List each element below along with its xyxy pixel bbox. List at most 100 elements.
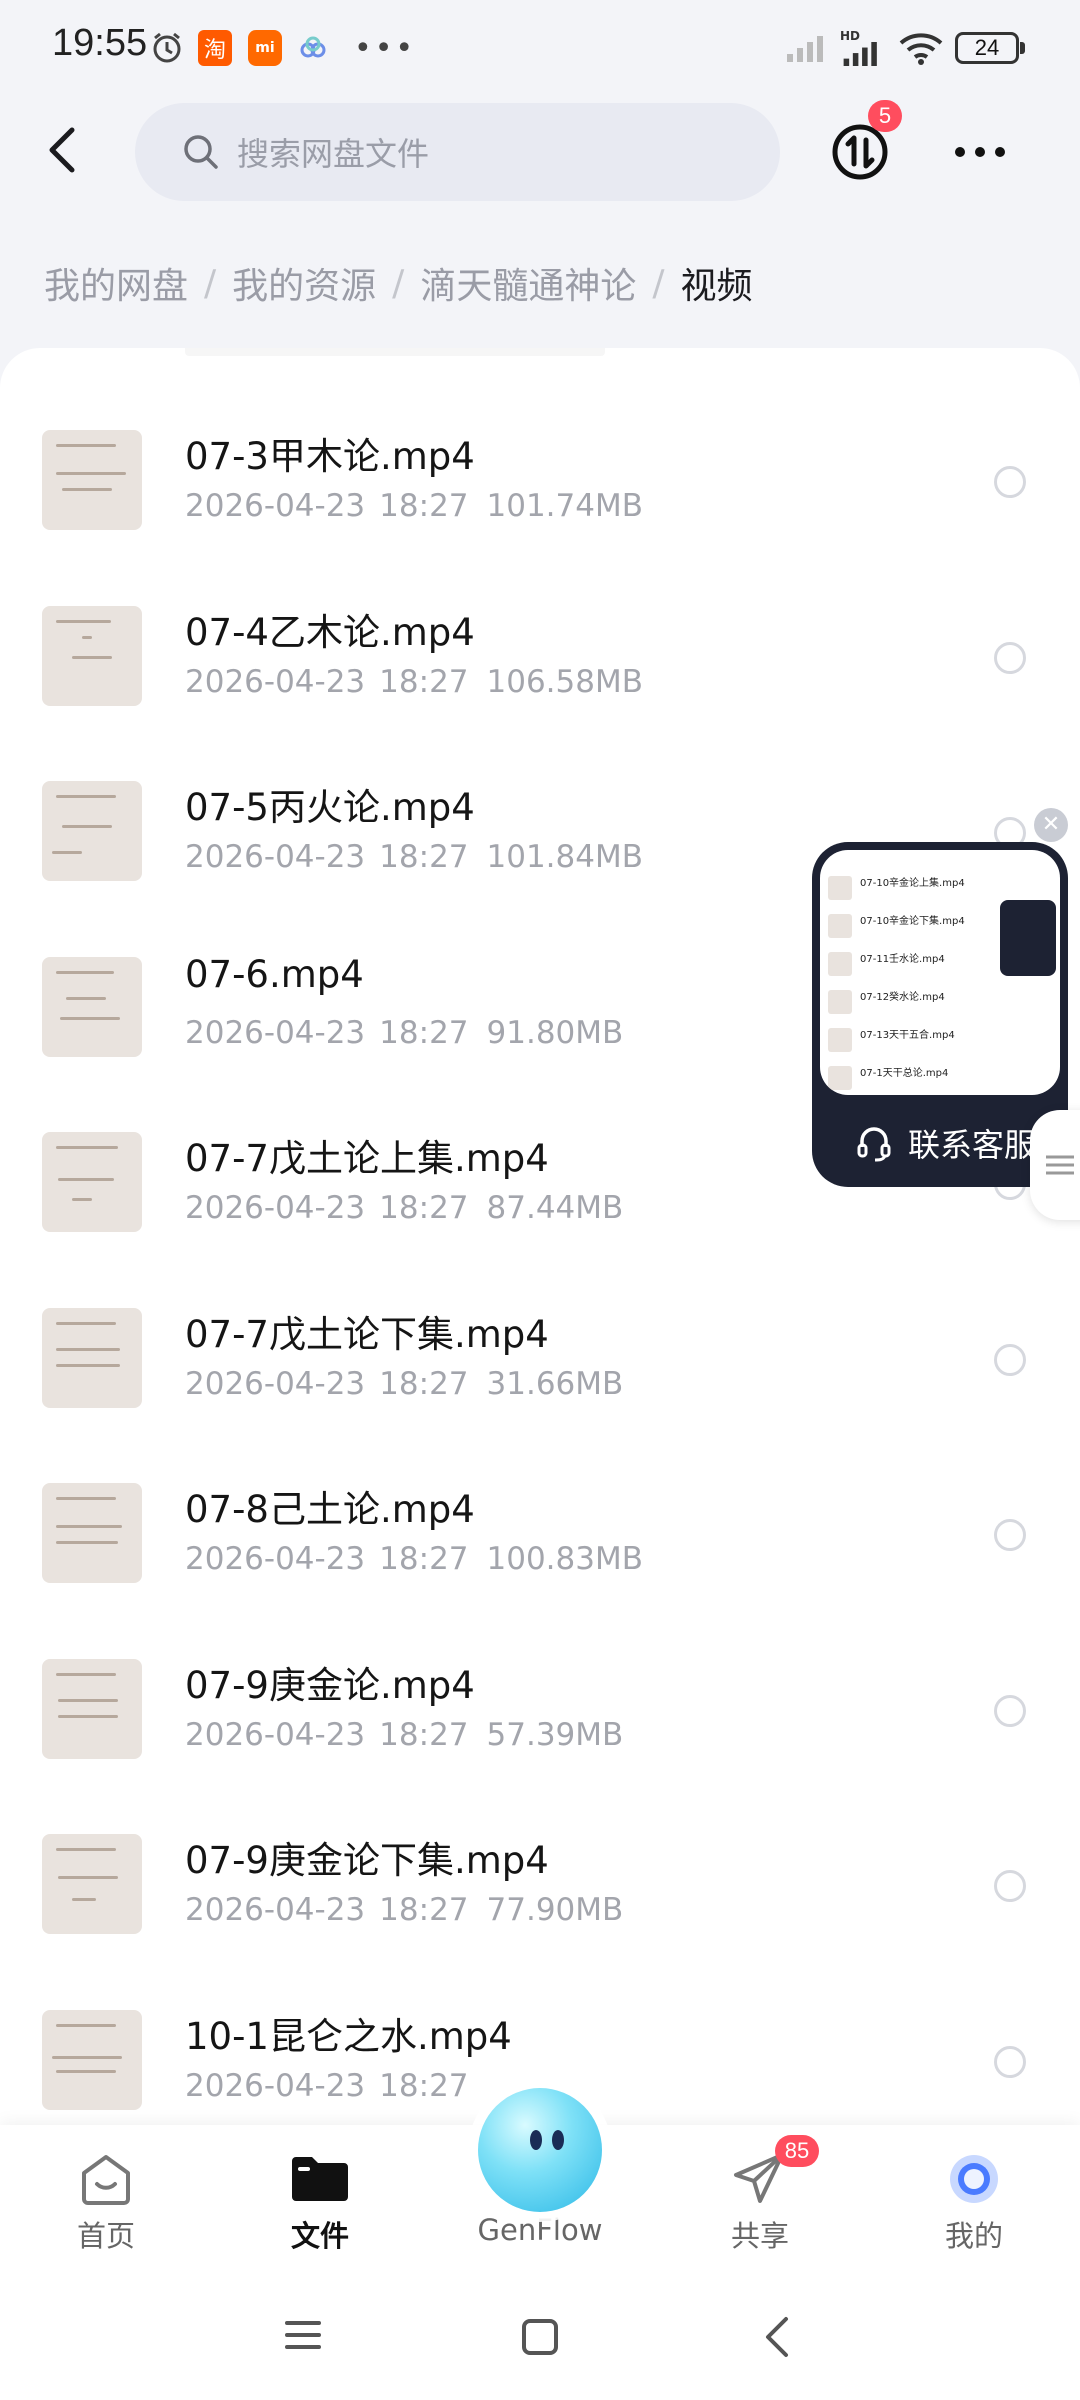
file-meta: 2026-04-23 18:27 101.84MB (185, 839, 643, 875)
file-row[interactable]: 07-3甲木论.mp4 2026-04-23 18:27 101.74MB (0, 396, 1080, 575)
file-time: 18:27 (379, 1365, 469, 1402)
video-thumbnail (42, 430, 142, 530)
status-bar: 19:55 淘 mi ••• HD 24 (0, 0, 1080, 100)
mi-app-icon: mi (248, 30, 282, 66)
file-time: 18:27 (379, 2067, 469, 2104)
file-row[interactable]: 07-4乙木论.mp4 2026-04-23 18:27 106.58MB (0, 572, 1080, 751)
preview-row: 07-12癸水论.mp4 (828, 986, 1048, 1020)
video-thumbnail (42, 781, 142, 881)
file-time: 18:27 (379, 1541, 469, 1577)
select-checkbox[interactable] (994, 2045, 1026, 2078)
file-date: 2026-04-23 (185, 1365, 366, 1402)
file-size: 91.80MB (486, 1014, 624, 1051)
file-row[interactable]: 07-9庚金论.mp4 2026-04-23 18:27 57.39MB (0, 1625, 1080, 1804)
file-row[interactable]: 07-8己土论.mp4 2026-04-23 18:27 100.83MB (0, 1449, 1080, 1628)
nav-home[interactable]: 首页 (36, 2125, 176, 2275)
breadcrumb-separator: / (204, 262, 217, 304)
genflow-icon[interactable] (478, 2088, 602, 2212)
preview-thumb (828, 876, 852, 900)
file-list: 07-3甲木论.mp4 2026-04-23 18:27 101.74MB 07-4乙木… (0, 348, 1080, 2128)
preview-name: 07-13天干五合.mp4 (860, 1030, 955, 1041)
breadcrumb-item-my-resources[interactable]: 我的资源 (232, 257, 376, 309)
preview-thumb (828, 1028, 852, 1052)
select-checkbox[interactable] (994, 1343, 1026, 1376)
menu-icon[interactable] (283, 2317, 323, 2353)
nav-home-label: 首页 (76, 2219, 135, 2253)
file-time: 18:27 (379, 1892, 469, 1928)
file-meta: 2026-04-23 18:27 100.83MB (185, 1541, 643, 1577)
headset-icon (857, 1127, 891, 1162)
preview-name: 07-11壬水论.mp4 (860, 954, 945, 965)
video-thumbnail (42, 605, 142, 706)
video-thumbnail (42, 1834, 142, 1934)
back-triangle-icon[interactable] (758, 2315, 798, 2359)
menu-lines-icon (1046, 1155, 1074, 1175)
file-row[interactable]: 07-9庚金论下集.mp4 2026-04-23 18:27 77.90MB (0, 1800, 1080, 1979)
nav-files[interactable]: 文件 (250, 2125, 390, 2275)
file-date: 2026-04-23 (185, 839, 366, 875)
file-name: 07-7戊土论上集.mp4 (185, 1137, 549, 1180)
system-navigation-bar (0, 2275, 1080, 2400)
nav-profile[interactable]: 我的 (904, 2125, 1044, 2275)
back-button[interactable] (38, 122, 94, 178)
select-checkbox[interactable] (994, 466, 1026, 498)
nav-files-label: 文件 (290, 2219, 349, 2253)
file-meta: 2026-04-23 18:27 (185, 2068, 487, 2104)
folder-icon (292, 2157, 348, 2201)
breadcrumb-separator: / (392, 262, 405, 304)
file-meta: 2026-04-23 18:27 57.39MB (185, 1717, 623, 1753)
preview-thumb (828, 1066, 852, 1090)
search-bar[interactable]: 搜索网盘文件 (135, 103, 780, 201)
contact-service-button[interactable]: 联系客服 (854, 1118, 1036, 1168)
file-size: 100.83MB (486, 1541, 643, 1577)
file-date: 2026-04-23 (185, 488, 366, 524)
file-row[interactable]: 07-7戊土论下集.mp4 2026-04-23 18:27 31.66MB (0, 1274, 1080, 1453)
signal-2-icon: HD (840, 30, 886, 66)
service-preview-screen: 07-10辛金论上集.mp4 07-10辛金论下集.mp4 07-11壬水论.mp4… (820, 850, 1060, 1095)
file-date: 2026-04-23 (185, 1716, 366, 1753)
file-size: 77.90MB (486, 1892, 624, 1928)
nav-genflow-label: GenFlow (477, 2213, 603, 2247)
preview-thumb (828, 952, 852, 976)
breadcrumb-item-folder[interactable]: 滴天髓通神论 (420, 257, 636, 309)
side-menu-tab[interactable] (1030, 1110, 1080, 1220)
file-size: 101.84MB (486, 839, 643, 875)
file-size: 106.58MB (486, 663, 643, 700)
video-thumbnail (42, 1483, 142, 1583)
video-thumbnail (42, 1658, 142, 1759)
video-thumbnail (42, 1132, 142, 1232)
back-arrow-icon (49, 127, 75, 173)
preview-name: 07-10辛金论上集.mp4 (860, 878, 965, 889)
alarm-icon (150, 30, 184, 66)
close-float-button[interactable]: ✕ (1034, 808, 1068, 842)
home-square-icon[interactable] (520, 2317, 560, 2357)
preview-thumb (828, 914, 852, 938)
breadcrumb-item-my-drive[interactable]: 我的网盘 (44, 257, 188, 309)
file-meta: 2026-04-23 18:27 91.80MB (185, 1015, 623, 1051)
genflow-eye-right (552, 2130, 564, 2150)
file-meta: 2026-04-23 18:27 87.44MB (185, 1190, 623, 1226)
video-thumbnail (42, 1307, 142, 1408)
select-checkbox[interactable] (994, 1870, 1026, 1902)
file-date: 2026-04-23 (185, 1541, 366, 1577)
genflow-eye-left (530, 2130, 542, 2150)
file-meta: 2026-04-23 18:27 101.74MB (185, 488, 643, 524)
select-checkbox[interactable] (994, 1519, 1026, 1551)
more-options-button[interactable] (950, 140, 1010, 164)
mini-nested-preview (1000, 900, 1056, 976)
file-meta: 2026-04-23 18:27 31.66MB (185, 1366, 623, 1402)
file-time: 18:27 (379, 839, 469, 875)
search-input[interactable]: 搜索网盘文件 (237, 129, 429, 175)
more-dots-icon: ••• (354, 30, 417, 66)
breadcrumb-current: 视频 (680, 266, 753, 307)
partial-row-above (185, 348, 605, 356)
file-date: 2026-04-23 (185, 1190, 366, 1226)
share-badge: 85 (775, 2135, 819, 2167)
file-size: 57.39MB (486, 1716, 624, 1753)
select-checkbox[interactable] (994, 1694, 1026, 1727)
select-checkbox[interactable] (994, 641, 1026, 674)
taobao-app-icon: 淘 (198, 30, 232, 66)
home-icon (82, 2155, 130, 2205)
file-time: 18:27 (379, 1190, 469, 1226)
file-time: 18:27 (379, 488, 469, 524)
